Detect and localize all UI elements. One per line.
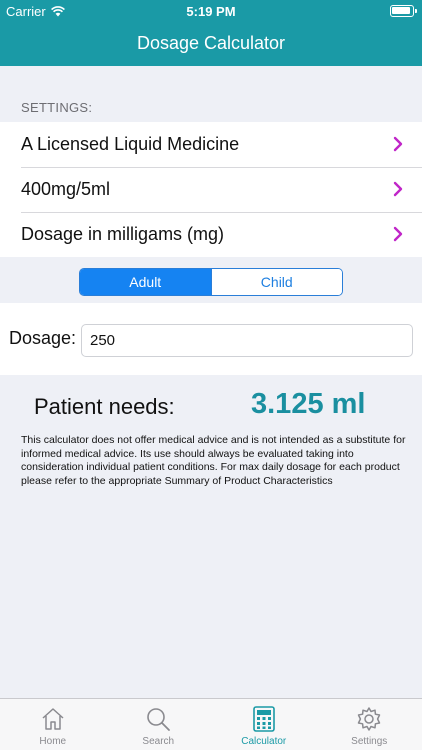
patient-type-area: Adult Child bbox=[0, 257, 422, 303]
settings-list: A Licensed Liquid Medicine 400mg/5ml Dos… bbox=[0, 122, 422, 257]
dosage-input[interactable] bbox=[81, 324, 413, 357]
setting-label: A Licensed Liquid Medicine bbox=[21, 134, 240, 154]
navigation-bar: Dosage Calculator bbox=[0, 22, 422, 66]
tab-bar: Home Search Calculator Settings bbox=[0, 698, 422, 750]
patient-type-segmented-control: Adult Child bbox=[79, 268, 343, 296]
disclaimer-text: This calculator does not offer medical a… bbox=[21, 434, 406, 487]
tab-calculator[interactable]: Calculator bbox=[211, 699, 317, 750]
search-icon bbox=[147, 708, 171, 731]
dosage-label: Dosage: bbox=[9, 328, 77, 348]
settings-section-header: SETTINGS: bbox=[0, 66, 422, 122]
tab-search[interactable]: Search bbox=[106, 699, 212, 750]
segment-child[interactable]: Child bbox=[210, 269, 342, 295]
tab-settings[interactable]: Settings bbox=[317, 699, 422, 750]
status-bar: Carrier 5:19 PM bbox=[0, 0, 422, 22]
home-icon bbox=[42, 708, 64, 730]
patient-needs-label: Patient needs: bbox=[34, 394, 175, 419]
setting-medicine-type[interactable]: A Licensed Liquid Medicine bbox=[0, 122, 422, 167]
segment-adult[interactable]: Adult bbox=[80, 269, 211, 295]
dosage-area: Dosage: bbox=[0, 303, 422, 375]
tab-label: Home bbox=[39, 736, 67, 747]
chevron-right-icon bbox=[393, 181, 403, 197]
setting-dosage-unit[interactable]: Dosage in milligams (mg) bbox=[0, 212, 422, 257]
setting-label: 400mg/5ml bbox=[21, 179, 111, 199]
chevron-right-icon bbox=[393, 226, 403, 242]
gear-icon bbox=[358, 707, 381, 731]
patient-needs-value: 3.125 ml bbox=[251, 388, 366, 420]
calculator-icon bbox=[252, 706, 275, 732]
setting-label: Dosage in milligams (mg) bbox=[21, 224, 225, 244]
battery-icon bbox=[390, 5, 417, 17]
result-area: Patient needs: 3.125 ml This calculator … bbox=[0, 375, 422, 698]
setting-concentration[interactable]: 400mg/5ml bbox=[0, 167, 422, 212]
status-time: 5:19 PM bbox=[186, 4, 236, 19]
tab-home[interactable]: Home bbox=[0, 699, 106, 750]
chevron-right-icon bbox=[393, 136, 403, 152]
tab-label: Settings bbox=[351, 736, 388, 747]
tab-label: Search bbox=[142, 736, 175, 747]
page-title: Dosage Calculator bbox=[136, 33, 286, 53]
settings-header-label: SETTINGS: bbox=[21, 100, 93, 115]
tab-label: Calculator bbox=[241, 736, 287, 747]
